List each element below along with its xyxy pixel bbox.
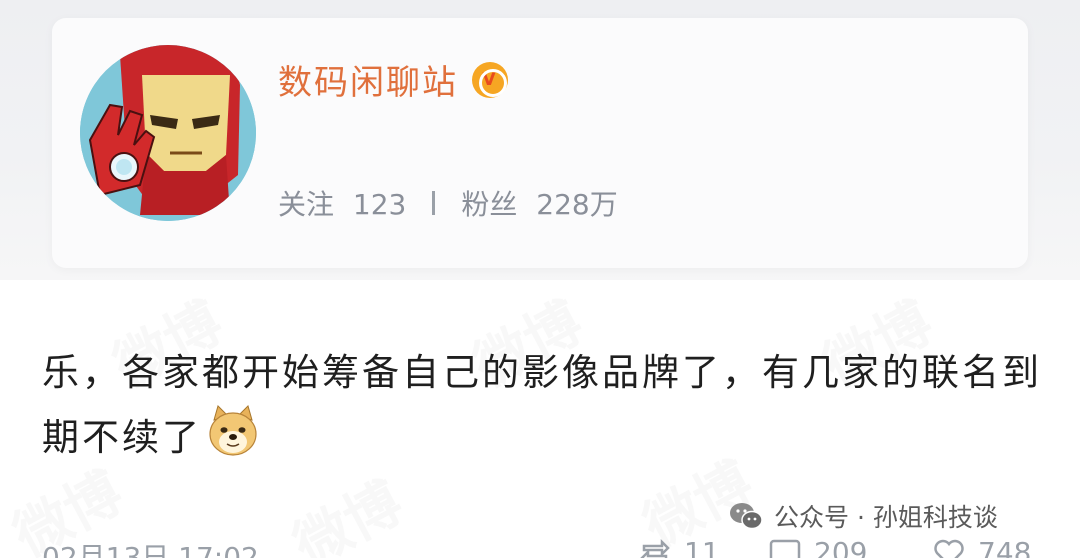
source-watermark-text: 公众号 · 孙姐科技谈	[774, 503, 998, 532]
post-text: 乐，各家都开始筹备自己的影像品牌了，有几家的联名到期不续了	[42, 351, 1042, 459]
profile-stats: 关注 123 粉丝 228万	[278, 183, 618, 223]
iron-man-avatar-icon	[80, 45, 256, 221]
post-footer: 02月13日 17:02 11 209 748	[42, 536, 1042, 558]
wechat-icon	[728, 501, 764, 531]
following-label: 关注	[278, 188, 335, 221]
post-body: 乐，各家都开始筹备自己的影像品牌了，有几家的联名到期不续了	[42, 342, 1042, 469]
repost-icon	[640, 538, 670, 558]
heart-icon	[934, 539, 964, 558]
verified-badge-icon: V	[472, 61, 508, 98]
repost-count: 11	[684, 536, 720, 558]
doge-emoji-icon	[206, 404, 260, 458]
avatar[interactable]	[80, 45, 256, 221]
profile-name-text[interactable]: 数码闲聊站	[278, 55, 458, 104]
stats-divider	[432, 191, 436, 215]
comment-icon	[769, 539, 801, 558]
followers-count: 228万	[536, 188, 618, 221]
comment-button[interactable]: 209	[768, 536, 867, 558]
following-link[interactable]: 关注 123	[278, 183, 406, 223]
post-timestamp: 02月13日 17:02	[42, 541, 259, 558]
followers-label: 粉丝	[461, 188, 518, 221]
followers-link[interactable]: 粉丝 228万	[461, 183, 617, 223]
profile-name[interactable]: 数码闲聊站 V	[278, 55, 508, 104]
like-count: 748	[978, 536, 1032, 558]
repost-button[interactable]: 11	[638, 536, 720, 558]
following-count: 123	[352, 188, 407, 221]
like-button[interactable]: 748	[932, 536, 1031, 558]
comment-count: 209	[814, 536, 868, 558]
source-watermark: 公众号 · 孙姐科技谈	[728, 498, 998, 534]
